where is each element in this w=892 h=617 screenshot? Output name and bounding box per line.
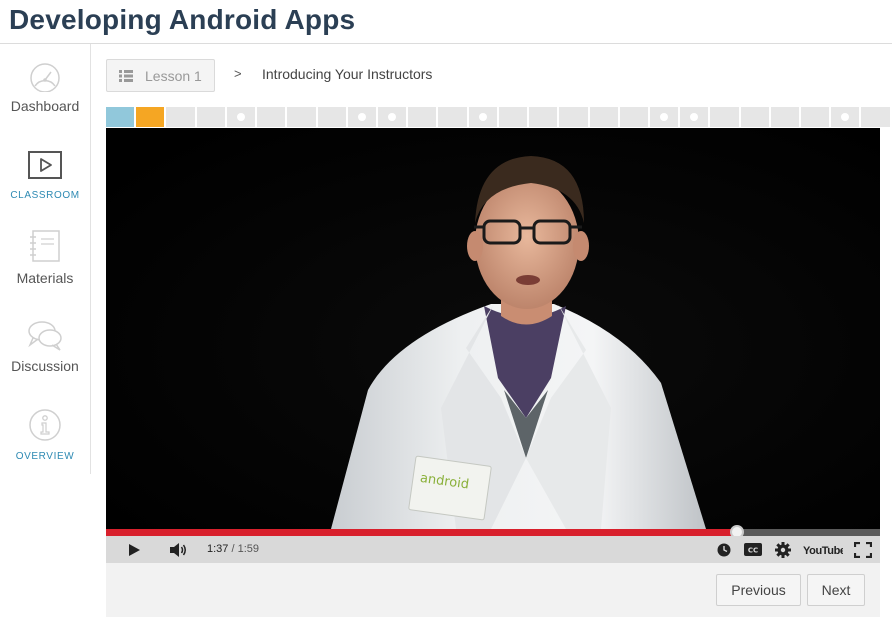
progress-segment-unvisited[interactable] <box>559 107 590 127</box>
progress-segment-unvisited[interactable] <box>287 107 318 127</box>
video-duration: 1:59 <box>237 543 260 555</box>
play-icon <box>129 543 140 556</box>
progress-segment-unvisited[interactable] <box>710 107 741 127</box>
progress-segment-unvisited[interactable] <box>801 107 832 127</box>
sidebar-item-label: Discussion <box>11 358 79 374</box>
previous-button[interactable]: Previous <box>716 574 801 606</box>
volume-icon <box>170 542 186 557</box>
progress-segment-unvisited[interactable] <box>529 107 560 127</box>
sidebar-item-overview[interactable]: OVERVIEW <box>0 407 90 462</box>
play-button[interactable] <box>120 536 148 563</box>
video-player[interactable]: android <box>106 128 880 529</box>
progress-segment-unvisited[interactable] <box>408 107 439 127</box>
sidebar-item-materials[interactable]: Materials <box>0 228 90 286</box>
progress-segment-unvisited[interactable] <box>740 107 771 127</box>
progress-segment-unvisited[interactable] <box>196 107 227 127</box>
progress-segment-unvisited[interactable] <box>347 107 378 127</box>
youtube-button[interactable]: YouTube <box>802 536 844 563</box>
quiz-marker-icon <box>236 113 245 121</box>
quiz-marker-icon <box>388 113 397 121</box>
progress-segment-unvisited[interactable] <box>468 107 499 127</box>
play-screen-icon <box>28 151 62 179</box>
progress-segment-unvisited[interactable] <box>589 107 620 127</box>
info-icon <box>29 409 61 441</box>
captions-icon: CC <box>744 543 762 556</box>
progress-segment-unvisited[interactable] <box>377 107 409 127</box>
progress-segment-unvisited[interactable] <box>861 107 892 127</box>
course-title: Developing Android Apps <box>9 4 356 35</box>
video-played-progress <box>106 529 737 536</box>
chat-bubbles-icon <box>28 321 62 351</box>
video-time: 1:37 / 1:59 <box>207 543 259 555</box>
progress-segment-unvisited[interactable] <box>831 107 862 127</box>
youtube-logo-icon: YouTube <box>803 545 843 557</box>
breadcrumb-separator: > <box>234 66 242 81</box>
progress-segment-unvisited[interactable] <box>498 107 530 127</box>
quiz-marker-icon <box>357 113 366 121</box>
volume-button[interactable] <box>164 536 192 563</box>
sidebar-item-classroom[interactable]: CLASSROOM <box>0 150 90 201</box>
progress-segment-unvisited[interactable] <box>317 107 348 127</box>
fullscreen-button[interactable] <box>851 536 875 563</box>
sidebar: Dashboard CLASSROOM Materials Discussion <box>0 44 91 474</box>
list-icon <box>119 69 133 82</box>
clock-icon <box>717 543 731 556</box>
progress-segment-unvisited[interactable] <box>680 107 711 127</box>
progress-segment-unvisited[interactable] <box>226 107 258 127</box>
title-divider <box>0 43 892 44</box>
lesson-label: Lesson 1 <box>145 67 202 84</box>
sidebar-item-label: CLASSROOM <box>10 190 80 201</box>
lesson-progress-strip <box>106 107 892 127</box>
video-time-separator: / <box>228 543 238 555</box>
gear-icon <box>775 541 791 558</box>
video-controls: 1:37 / 1:59 CC YouTube <box>106 536 880 563</box>
video-current-time: 1:37 <box>207 543 229 555</box>
quiz-marker-icon <box>478 113 487 121</box>
progress-segment-unvisited[interactable] <box>166 107 197 127</box>
breadcrumb-current: Introducing Your Instructors <box>262 66 433 82</box>
captions-button[interactable]: CC <box>741 536 765 563</box>
progress-segment-unvisited[interactable] <box>257 107 288 127</box>
video-scrubber[interactable] <box>106 525 880 539</box>
notebook-icon <box>30 230 60 262</box>
sidebar-item-label: OVERVIEW <box>15 451 75 462</box>
sidebar-item-discussion[interactable]: Discussion <box>0 318 90 374</box>
fullscreen-icon <box>854 541 872 558</box>
progress-segment-viewed[interactable] <box>106 107 137 127</box>
watch-later-button[interactable] <box>713 536 735 563</box>
sidebar-item-dashboard[interactable]: Dashboard <box>0 60 90 114</box>
quiz-marker-icon <box>660 113 669 121</box>
video-frame: android <box>106 128 880 529</box>
youtube-label: YouTube <box>803 545 843 557</box>
settings-button[interactable] <box>771 536 795 563</box>
progress-segment-unvisited[interactable] <box>619 107 650 127</box>
sidebar-item-label: Materials <box>16 270 74 286</box>
next-button[interactable]: Next <box>807 574 865 606</box>
sidebar-item-label: Dashboard <box>10 98 80 114</box>
quiz-marker-icon <box>841 113 850 121</box>
quiz-marker-icon <box>690 113 699 121</box>
progress-segment-unvisited[interactable] <box>438 107 469 127</box>
captions-label: CC <box>748 547 758 555</box>
progress-segment-current[interactable] <box>136 107 167 127</box>
progress-segment-unvisited[interactable] <box>770 107 802 127</box>
speedometer-icon <box>30 63 60 92</box>
progress-segment-unvisited[interactable] <box>649 107 681 127</box>
lesson-menu-button[interactable]: Lesson 1 <box>106 59 215 92</box>
